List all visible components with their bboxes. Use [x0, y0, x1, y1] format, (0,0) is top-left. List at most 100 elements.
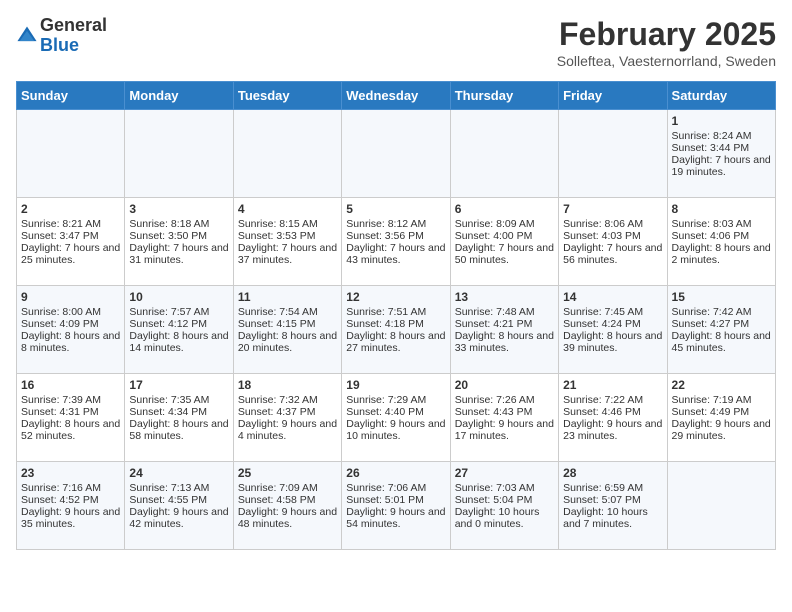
day-info: Daylight: 8 hours and 58 minutes. [129, 418, 228, 442]
day-info: Daylight: 9 hours and 23 minutes. [563, 418, 662, 442]
day-number: 12 [346, 290, 445, 304]
logo: General Blue [16, 16, 107, 56]
day-info: Sunset: 3:50 PM [129, 230, 228, 242]
calendar-cell: 13Sunrise: 7:48 AMSunset: 4:21 PMDayligh… [450, 286, 558, 374]
calendar-cell [667, 462, 775, 550]
header-friday: Friday [559, 82, 667, 110]
calendar-cell: 20Sunrise: 7:26 AMSunset: 4:43 PMDayligh… [450, 374, 558, 462]
day-number: 9 [21, 290, 120, 304]
day-info: Sunrise: 8:06 AM [563, 218, 662, 230]
calendar-week-row: 1Sunrise: 8:24 AMSunset: 3:44 PMDaylight… [17, 110, 776, 198]
calendar-cell: 12Sunrise: 7:51 AMSunset: 4:18 PMDayligh… [342, 286, 450, 374]
day-info: Sunrise: 8:21 AM [21, 218, 120, 230]
calendar-cell [559, 110, 667, 198]
calendar-cell [125, 110, 233, 198]
calendar-cell: 24Sunrise: 7:13 AMSunset: 4:55 PMDayligh… [125, 462, 233, 550]
calendar-cell: 17Sunrise: 7:35 AMSunset: 4:34 PMDayligh… [125, 374, 233, 462]
title-block: February 2025 Solleftea, Vaesternorrland… [557, 16, 776, 69]
day-info: Sunset: 4:49 PM [672, 406, 771, 418]
day-number: 8 [672, 202, 771, 216]
calendar-cell [342, 110, 450, 198]
day-number: 2 [21, 202, 120, 216]
day-info: Sunset: 3:53 PM [238, 230, 337, 242]
day-info: Sunrise: 7:22 AM [563, 394, 662, 406]
day-info: Daylight: 8 hours and 8 minutes. [21, 330, 120, 354]
day-info: Sunset: 5:07 PM [563, 494, 662, 506]
calendar-cell: 4 Sunrise: 8:15 AMSunset: 3:53 PMDaylight… [233, 198, 341, 286]
logo-blue-text: Blue [40, 35, 79, 55]
day-number: 20 [455, 378, 554, 392]
calendar-cell: 1Sunrise: 8:24 AMSunset: 3:44 PMDaylight… [667, 110, 775, 198]
header-tuesday: Tuesday [233, 82, 341, 110]
calendar-cell: 6 Sunrise: 8:09 AMSunset: 4:00 PMDaylight… [450, 198, 558, 286]
day-number: 4 [238, 202, 337, 216]
day-info: Sunset: 4:27 PM [672, 318, 771, 330]
day-info: Sunrise: 7:42 AM [672, 306, 771, 318]
day-number: 18 [238, 378, 337, 392]
calendar-cell: 8Sunrise: 8:03 AMSunset: 4:06 PMDaylight… [667, 198, 775, 286]
calendar-cell: 3Sunrise: 8:18 AMSunset: 3:50 PMDaylight… [125, 198, 233, 286]
calendar-cell: 22 Sunrise: 7:19 AMSunset: 4:49 PMDayligh… [667, 374, 775, 462]
day-number: 14 [563, 290, 662, 304]
day-info: Daylight: 7 hours and 31 minutes. [129, 242, 228, 266]
day-info: Daylight: 8 hours and 2 minutes. [672, 242, 771, 266]
day-info: Sunrise: 6:59 AM [563, 482, 662, 494]
calendar-cell: 18Sunrise: 7:32 AMSunset: 4:37 PMDayligh… [233, 374, 341, 462]
day-info: Daylight: 7 hours and 50 minutes. [455, 242, 554, 266]
day-info: Daylight: 9 hours and 10 minutes. [346, 418, 445, 442]
day-info: Sunset: 4:55 PM [129, 494, 228, 506]
day-info: Daylight: 8 hours and 52 minutes. [21, 418, 120, 442]
day-info: Sunset: 4:24 PM [563, 318, 662, 330]
day-number: 1 [672, 114, 771, 128]
day-info: Sunset: 4:00 PM [455, 230, 554, 242]
day-info: Daylight: 9 hours and 42 minutes. [129, 506, 228, 530]
day-number: 24 [129, 466, 228, 480]
day-number: 23 [21, 466, 120, 480]
day-info: Sunrise: 7:19 AM [672, 394, 771, 406]
day-info: Sunrise: 7:32 AM [238, 394, 337, 406]
day-info: Daylight: 8 hours and 39 minutes. [563, 330, 662, 354]
calendar-cell: 9Sunrise: 8:00 AMSunset: 4:09 PMDaylight… [17, 286, 125, 374]
calendar-week-row: 9Sunrise: 8:00 AMSunset: 4:09 PMDaylight… [17, 286, 776, 374]
day-info: Sunset: 3:44 PM [672, 142, 771, 154]
day-number: 6 [455, 202, 554, 216]
day-info: Sunrise: 7:03 AM [455, 482, 554, 494]
day-info: Sunrise: 7:39 AM [21, 394, 120, 406]
day-info: Sunrise: 7:06 AM [346, 482, 445, 494]
day-info: Sunrise: 8:09 AM [455, 218, 554, 230]
day-number: 13 [455, 290, 554, 304]
header-wednesday: Wednesday [342, 82, 450, 110]
calendar-cell: 21Sunrise: 7:22 AMSunset: 4:46 PMDayligh… [559, 374, 667, 462]
day-info: Sunrise: 7:26 AM [455, 394, 554, 406]
day-number: 19 [346, 378, 445, 392]
day-info: Sunset: 4:37 PM [238, 406, 337, 418]
calendar-cell: 19Sunrise: 7:29 AMSunset: 4:40 PMDayligh… [342, 374, 450, 462]
day-number: 22 [672, 378, 771, 392]
day-info: Daylight: 7 hours and 37 minutes. [238, 242, 337, 266]
calendar-week-row: 16Sunrise: 7:39 AMSunset: 4:31 PMDayligh… [17, 374, 776, 462]
day-info: Daylight: 9 hours and 29 minutes. [672, 418, 771, 442]
calendar-cell: 11Sunrise: 7:54 AMSunset: 4:15 PMDayligh… [233, 286, 341, 374]
day-info: Sunrise: 7:54 AM [238, 306, 337, 318]
logo-general-text: General [40, 15, 107, 35]
calendar-cell: 27Sunrise: 7:03 AMSunset: 5:04 PMDayligh… [450, 462, 558, 550]
day-info: Sunrise: 8:15 AM [238, 218, 337, 230]
calendar-cell: 28Sunrise: 6:59 AMSunset: 5:07 PMDayligh… [559, 462, 667, 550]
calendar-body: 1Sunrise: 8:24 AMSunset: 3:44 PMDaylight… [17, 110, 776, 550]
day-info: Daylight: 8 hours and 14 minutes. [129, 330, 228, 354]
calendar-cell [17, 110, 125, 198]
calendar-cell [450, 110, 558, 198]
header-monday: Monday [125, 82, 233, 110]
day-info: Sunrise: 8:00 AM [21, 306, 120, 318]
header-thursday: Thursday [450, 82, 558, 110]
day-info: Sunset: 4:40 PM [346, 406, 445, 418]
day-info: Daylight: 8 hours and 33 minutes. [455, 330, 554, 354]
day-info: Sunrise: 8:12 AM [346, 218, 445, 230]
page-header: General Blue February 2025 Solleftea, Va… [16, 16, 776, 69]
day-info: Sunset: 4:43 PM [455, 406, 554, 418]
calendar-cell: 14Sunrise: 7:45 AMSunset: 4:24 PMDayligh… [559, 286, 667, 374]
day-number: 21 [563, 378, 662, 392]
day-number: 3 [129, 202, 228, 216]
day-info: Sunrise: 7:51 AM [346, 306, 445, 318]
day-info: Sunset: 4:18 PM [346, 318, 445, 330]
